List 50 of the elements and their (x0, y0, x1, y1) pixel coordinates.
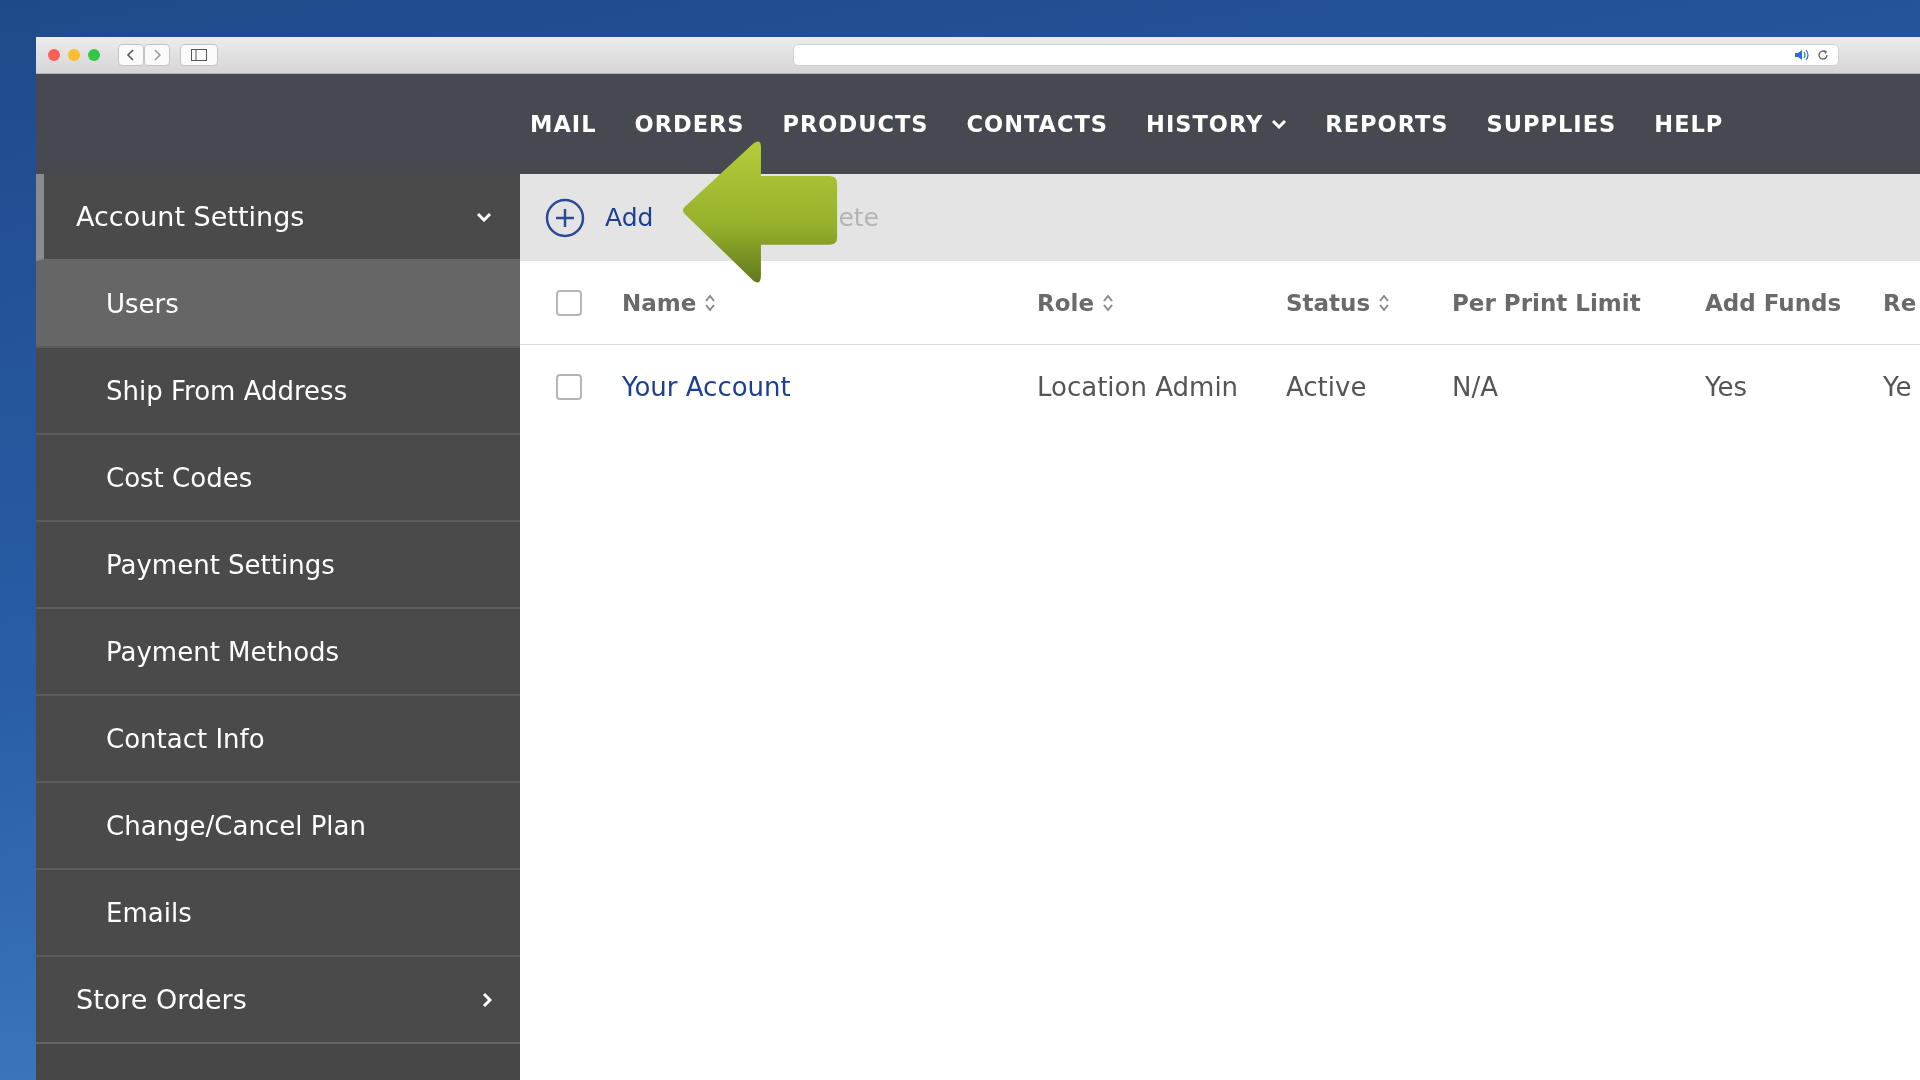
sidebar-item[interactable]: Ship From Address (36, 348, 520, 435)
sidebar-item[interactable]: Payment Settings (36, 522, 520, 609)
checkbox[interactable] (556, 373, 582, 400)
column-header[interactable]: Re (1883, 289, 1917, 316)
column-header[interactable]: Per Print Limit (1452, 289, 1641, 316)
table-cell: Ye (1883, 371, 1912, 402)
nav-link[interactable]: REPORTS (1325, 111, 1449, 137)
nav-link[interactable]: HELP (1654, 111, 1724, 137)
table-cell: Active (1286, 371, 1367, 402)
sort-icon[interactable] (704, 292, 717, 313)
sidebar-item[interactable]: Cost Codes (36, 435, 520, 522)
nav-link[interactable]: PRODUCTS (782, 111, 929, 137)
section-label: Store Orders (76, 984, 247, 1015)
nav-link[interactable]: CONTACTS (966, 111, 1109, 137)
plus-circle-icon (545, 197, 585, 238)
sidebar-item[interactable]: Contact Info (36, 696, 520, 783)
chevron-down-icon (476, 211, 492, 222)
checkbox[interactable] (556, 289, 582, 316)
column-header[interactable]: Role (1037, 289, 1094, 316)
nav-link[interactable]: SUPPLIES (1486, 111, 1617, 137)
nav-link[interactable]: ORDERS (634, 111, 745, 137)
table-cell: Location Admin (1037, 371, 1239, 402)
add-button[interactable]: Add (545, 197, 654, 238)
back-button[interactable] (118, 44, 144, 66)
table-cell: Yes (1705, 371, 1747, 402)
sidebar-item[interactable]: Payment Methods (36, 609, 520, 696)
section-label: Account Settings (76, 201, 305, 232)
speaker-icon[interactable] (1794, 49, 1810, 61)
forward-button[interactable] (144, 44, 170, 66)
reload-icon[interactable] (1816, 48, 1830, 62)
sidebar-item[interactable]: Users (36, 261, 520, 348)
sidebar-icon (191, 49, 207, 61)
chevron-left-icon (126, 48, 136, 62)
chevron-right-icon (482, 991, 492, 1008)
column-header[interactable]: Name (622, 289, 697, 316)
sort-icon[interactable] (1102, 292, 1114, 313)
table-cell: N/A (1452, 371, 1498, 402)
chevron-right-icon (152, 48, 162, 62)
name-link[interactable]: Your Account (622, 371, 791, 402)
sidebar-item[interactable]: Change/Cancel Plan (36, 783, 520, 870)
sidebar-toggle-button[interactable] (180, 44, 218, 66)
close-button[interactable] (48, 49, 60, 61)
maximize-button[interactable] (88, 49, 100, 61)
sidebar-section[interactable]: Account Settings (36, 174, 520, 261)
sort-icon[interactable] (1378, 292, 1391, 313)
column-header[interactable]: Add Funds (1705, 289, 1842, 316)
nav-link[interactable]: HISTORY (1146, 111, 1288, 137)
column-header[interactable]: Status (1286, 289, 1371, 316)
nav-link[interactable]: MAIL (530, 111, 597, 137)
chevron-down-icon (1271, 119, 1288, 129)
